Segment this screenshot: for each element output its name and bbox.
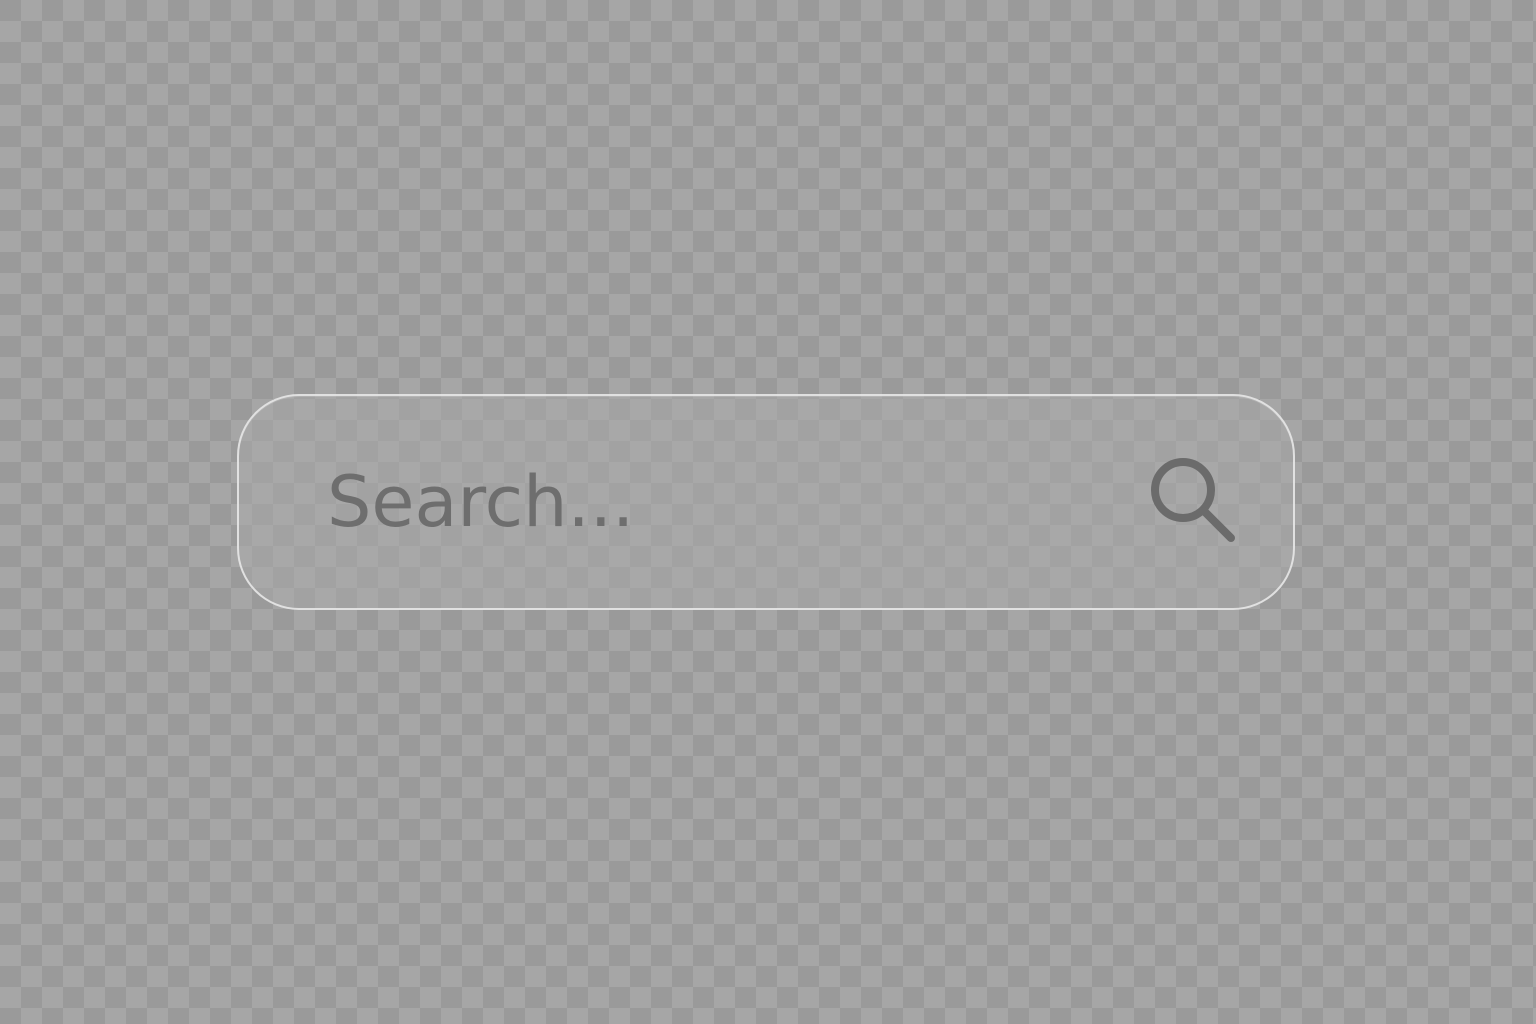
search-bar xyxy=(237,394,1295,610)
transparent-background xyxy=(0,0,1536,1024)
search-icon xyxy=(1139,448,1249,558)
search-button[interactable] xyxy=(1139,448,1249,558)
search-input[interactable] xyxy=(327,446,1087,558)
